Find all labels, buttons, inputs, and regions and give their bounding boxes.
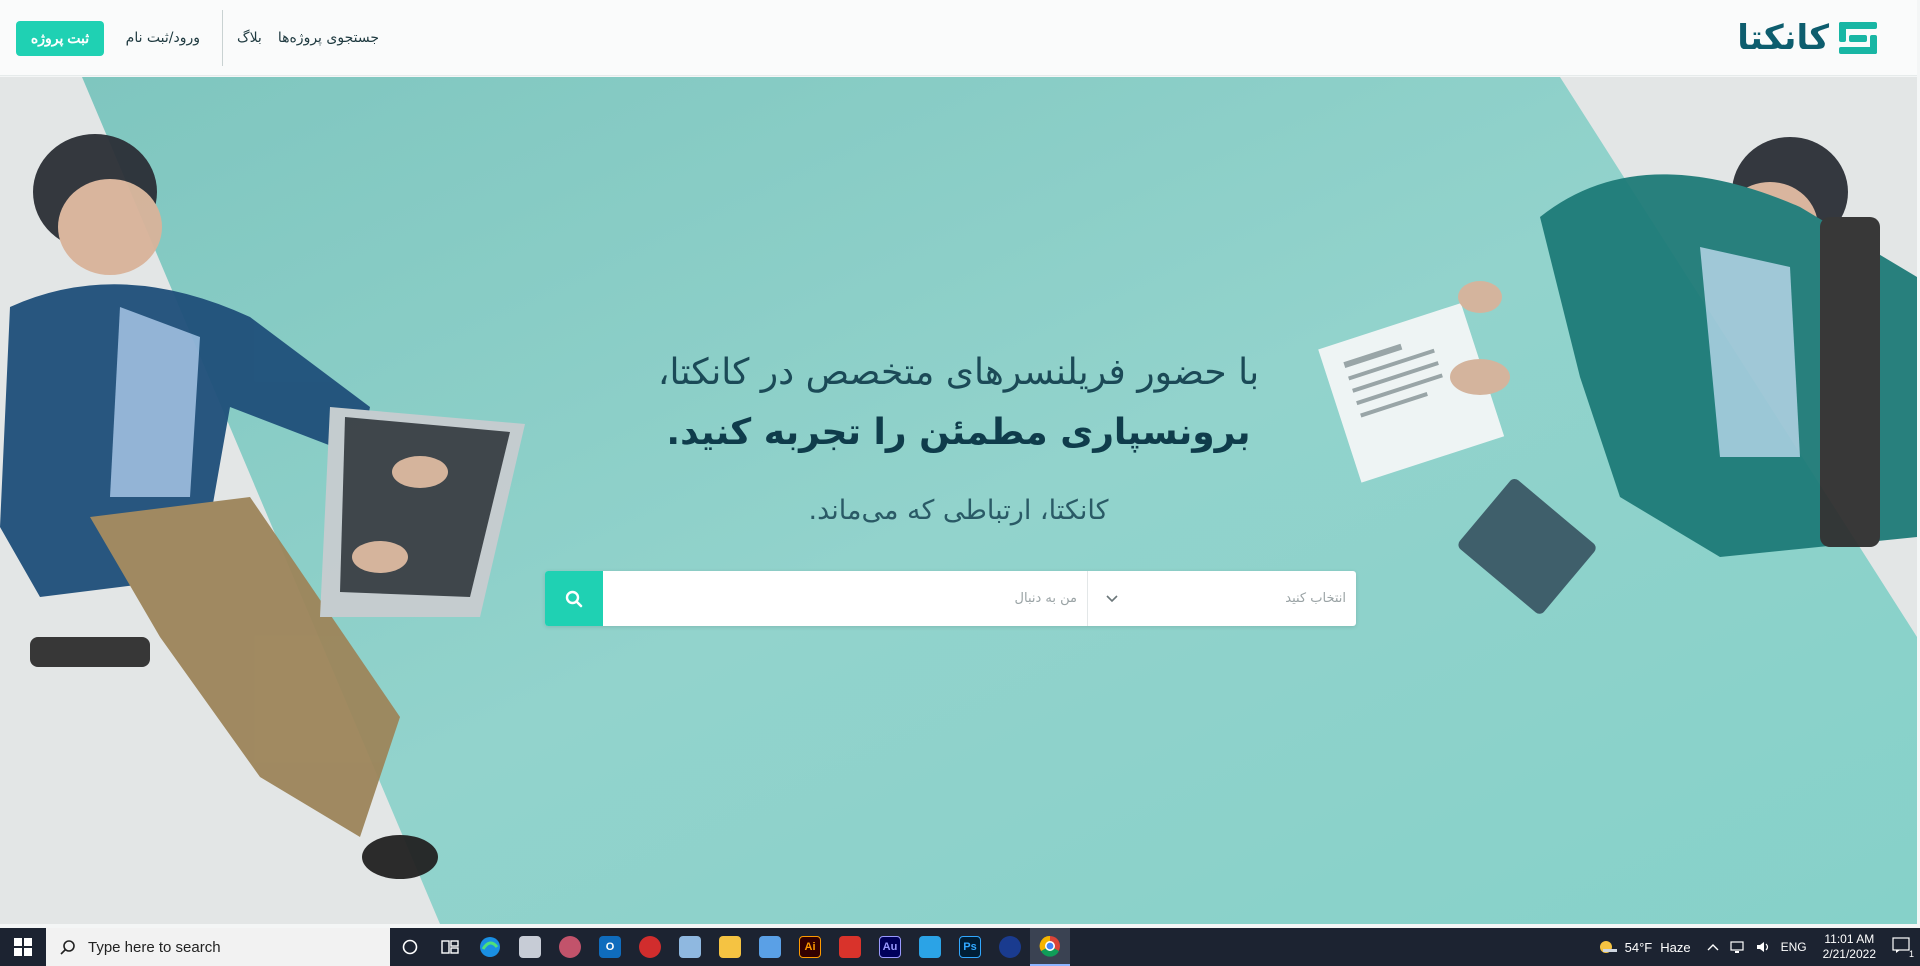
site-header: کانکتا جستجوی پروژه‌ها بلاگ ورود/ثبت نام…: [0, 0, 1917, 76]
hero-section: با حضور فریلنسرهای متخصص در کانکتا، برون…: [0, 77, 1917, 924]
clock-date: 2/21/2022: [1822, 947, 1876, 961]
clock[interactable]: 11:01 AM 2/21/2022: [1823, 932, 1876, 962]
logo-text: کانکتا: [1737, 18, 1830, 58]
login-register-link[interactable]: ورود/ثبت نام: [118, 30, 216, 46]
clock-time: 11:01 AM: [1824, 932, 1875, 946]
task-view-icon[interactable]: [430, 928, 470, 966]
app-icon[interactable]: [670, 928, 710, 966]
chevron-up-icon[interactable]: [1707, 943, 1719, 951]
windows-logo-icon: [14, 938, 32, 956]
nav-blog[interactable]: بلاگ: [229, 30, 270, 46]
site-logo[interactable]: کانکتا: [1737, 18, 1877, 58]
app-icon[interactable]: [630, 928, 670, 966]
logo-mark-icon: [1839, 22, 1877, 54]
search-input[interactable]: [603, 571, 1087, 626]
start-button[interactable]: [0, 928, 46, 966]
input-language[interactable]: ENG: [1781, 940, 1807, 954]
search-icon: [565, 590, 583, 607]
app-icon[interactable]: [910, 928, 950, 966]
notification-count: 1: [1908, 949, 1914, 959]
submit-project-button[interactable]: ثبت پروژه: [16, 21, 104, 56]
outlook-icon[interactable]: O: [590, 928, 630, 966]
category-select-placeholder: انتخاب کنید: [1285, 591, 1346, 606]
taskbar-search-box[interactable]: Type here to search: [46, 928, 390, 966]
notification-center-icon[interactable]: 1: [1892, 937, 1914, 959]
nav-search-projects[interactable]: جستجوی پروژه‌ها: [270, 30, 387, 46]
app-icon[interactable]: [990, 928, 1030, 966]
network-icon[interactable]: [1729, 940, 1745, 954]
project-search-bar: انتخاب کنید: [545, 571, 1356, 626]
system-tray: 54°F Haze ENG 11:01 AM 2/21/2022 1: [1597, 928, 1920, 966]
weather-condition: Haze: [1660, 939, 1691, 955]
weather-widget[interactable]: 54°F Haze: [1597, 939, 1691, 955]
chevron-down-icon: [1106, 594, 1118, 602]
weather-temp: 54°F: [1624, 939, 1653, 955]
app-icon[interactable]: [550, 928, 590, 966]
hero-headline-line1: با حضور فریلنسرهای متخصص در کانکتا،: [657, 352, 1260, 393]
weather-haze-icon: [1599, 941, 1617, 953]
main-nav: جستجوی پروژه‌ها بلاگ ورود/ثبت نام: [118, 10, 387, 66]
volume-icon[interactable]: [1755, 940, 1771, 954]
app-icon[interactable]: [750, 928, 790, 966]
search-button[interactable]: [545, 571, 603, 626]
chrome-icon[interactable]: [1030, 928, 1070, 966]
edge-icon[interactable]: [470, 928, 510, 966]
app-icon[interactable]: [510, 928, 550, 966]
windows-taskbar: Type here to search O Ai Au Ps 54°F Haze…: [0, 928, 1920, 966]
search-icon: [60, 940, 75, 955]
hero-headline-line2: برونسپاری مطمئن را تجربه کنید.: [666, 412, 1251, 453]
category-select[interactable]: انتخاب کنید: [1087, 571, 1356, 626]
cortana-icon[interactable]: [390, 928, 430, 966]
file-explorer-icon[interactable]: [710, 928, 750, 966]
illustrator-icon[interactable]: Ai: [790, 928, 830, 966]
hero-tagline: کانکتا، ارتباطی که می‌ماند.: [808, 495, 1109, 526]
taskbar-search-placeholder: Type here to search: [88, 938, 221, 956]
app-icon[interactable]: [830, 928, 870, 966]
audition-icon[interactable]: Au: [870, 928, 910, 966]
photoshop-icon[interactable]: Ps: [950, 928, 990, 966]
nav-divider: [222, 10, 224, 66]
